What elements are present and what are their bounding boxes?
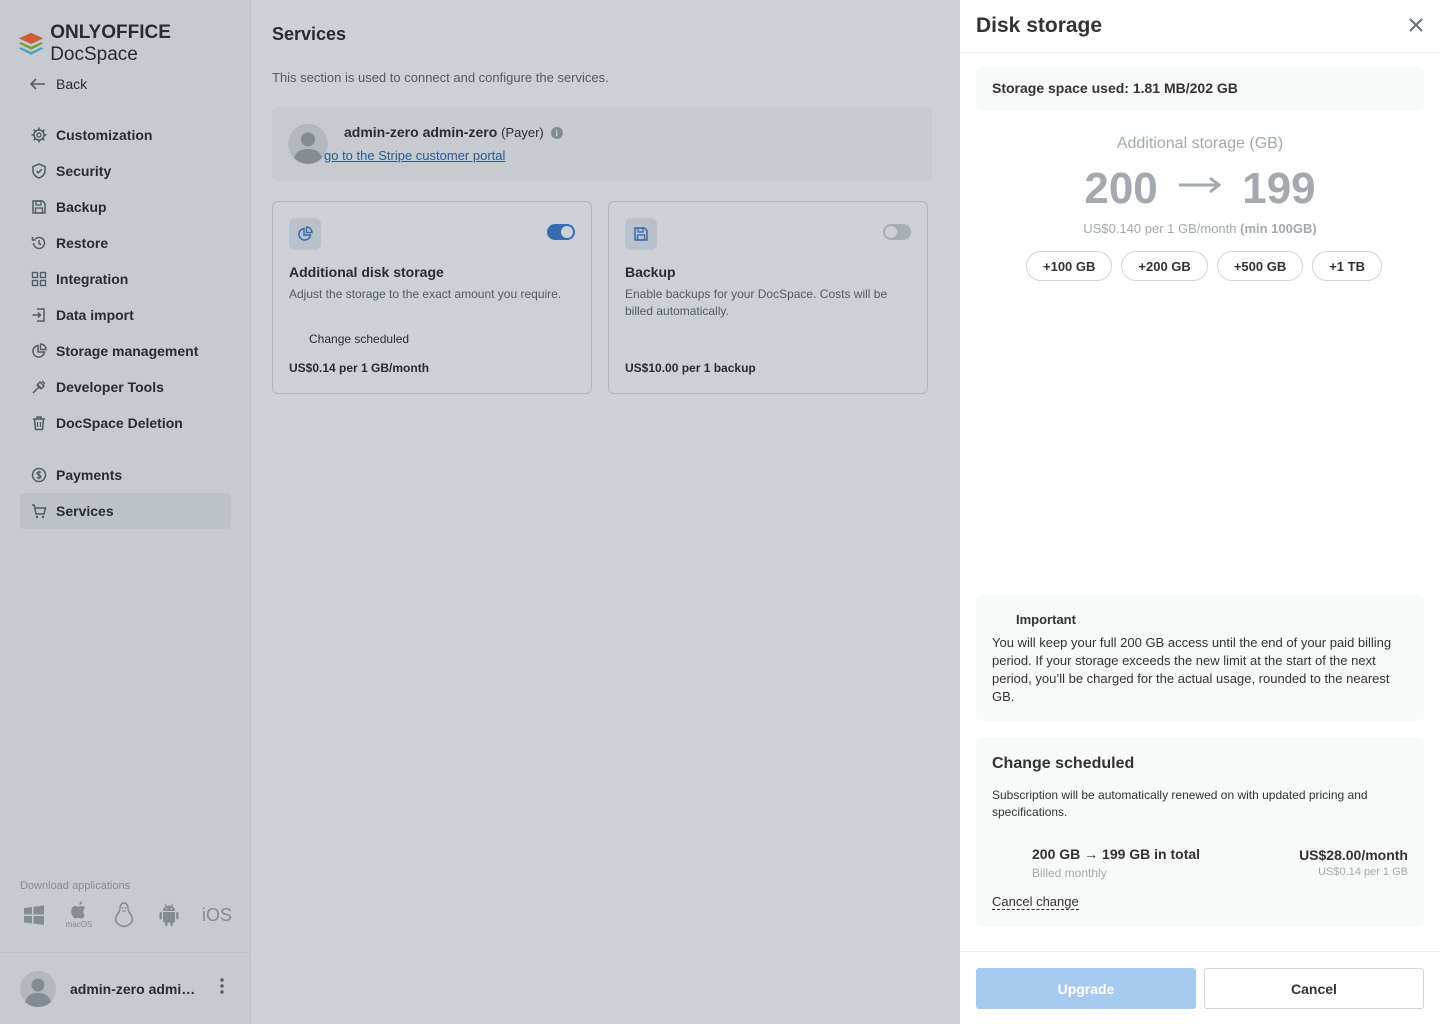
storage-value-to: 199 bbox=[1242, 164, 1316, 213]
storage-rate-min: (min 100GB) bbox=[1240, 221, 1317, 236]
unit-price: US$0.14 per 1 GB bbox=[1318, 866, 1408, 878]
additional-storage-label: Additional storage (GB) bbox=[1116, 135, 1284, 152]
panel-header: Disk storage bbox=[960, 0, 1440, 53]
important-title: Important bbox=[1016, 612, 1076, 627]
modal-backdrop[interactable] bbox=[0, 0, 960, 1024]
scheduled-change-line: 200 GB → 199 GB in total bbox=[1032, 846, 1201, 862]
panel-title: Disk storage bbox=[976, 14, 1103, 37]
important-notice: Important You will keep your full 200 GB… bbox=[976, 595, 1424, 721]
panel-footer: Upgrade Cancel bbox=[960, 951, 1440, 1024]
important-text: You will keep your full 200 GB access un… bbox=[992, 635, 1392, 704]
preset-100gb-button[interactable]: +100 GB bbox=[1026, 251, 1113, 281]
preset-500gb-button[interactable]: +500 GB bbox=[1216, 251, 1304, 281]
preset-200gb-button[interactable]: +200 GB bbox=[1121, 251, 1208, 281]
storage-value-from: 200 bbox=[1084, 164, 1158, 213]
arrow-right-icon bbox=[1179, 176, 1222, 194]
change-scheduled-block: Change scheduled Subscription will be au… bbox=[976, 737, 1424, 927]
disk-storage-panel: Disk storage Storage space used: 1.81 MB… bbox=[960, 0, 1440, 1024]
scheduled-title: Change scheduled bbox=[992, 755, 1135, 772]
storage-rate: US$0.140 per 1 GB/month (min 100GB) bbox=[1083, 221, 1317, 236]
scheduled-text: Subscription will be automatically renew… bbox=[992, 788, 1368, 819]
cancel-change-link[interactable]: Cancel change bbox=[992, 894, 1079, 910]
storage-change-value: 200 199 bbox=[960, 164, 1440, 214]
scheduled-price: US$28.00/month bbox=[1299, 847, 1408, 863]
upgrade-button[interactable]: Upgrade bbox=[976, 968, 1196, 1009]
storage-presets: +100 GB +200 GB +500 GB +1 TB bbox=[1026, 251, 1382, 281]
billing-cycle: Billed monthly bbox=[1032, 866, 1107, 880]
close-icon[interactable] bbox=[1408, 16, 1424, 36]
preset-1tb-button[interactable]: +1 TB bbox=[1312, 251, 1382, 281]
storage-used: Storage space used: 1.81 MB/202 GB bbox=[976, 67, 1424, 111]
cancel-button[interactable]: Cancel bbox=[1204, 968, 1424, 1009]
